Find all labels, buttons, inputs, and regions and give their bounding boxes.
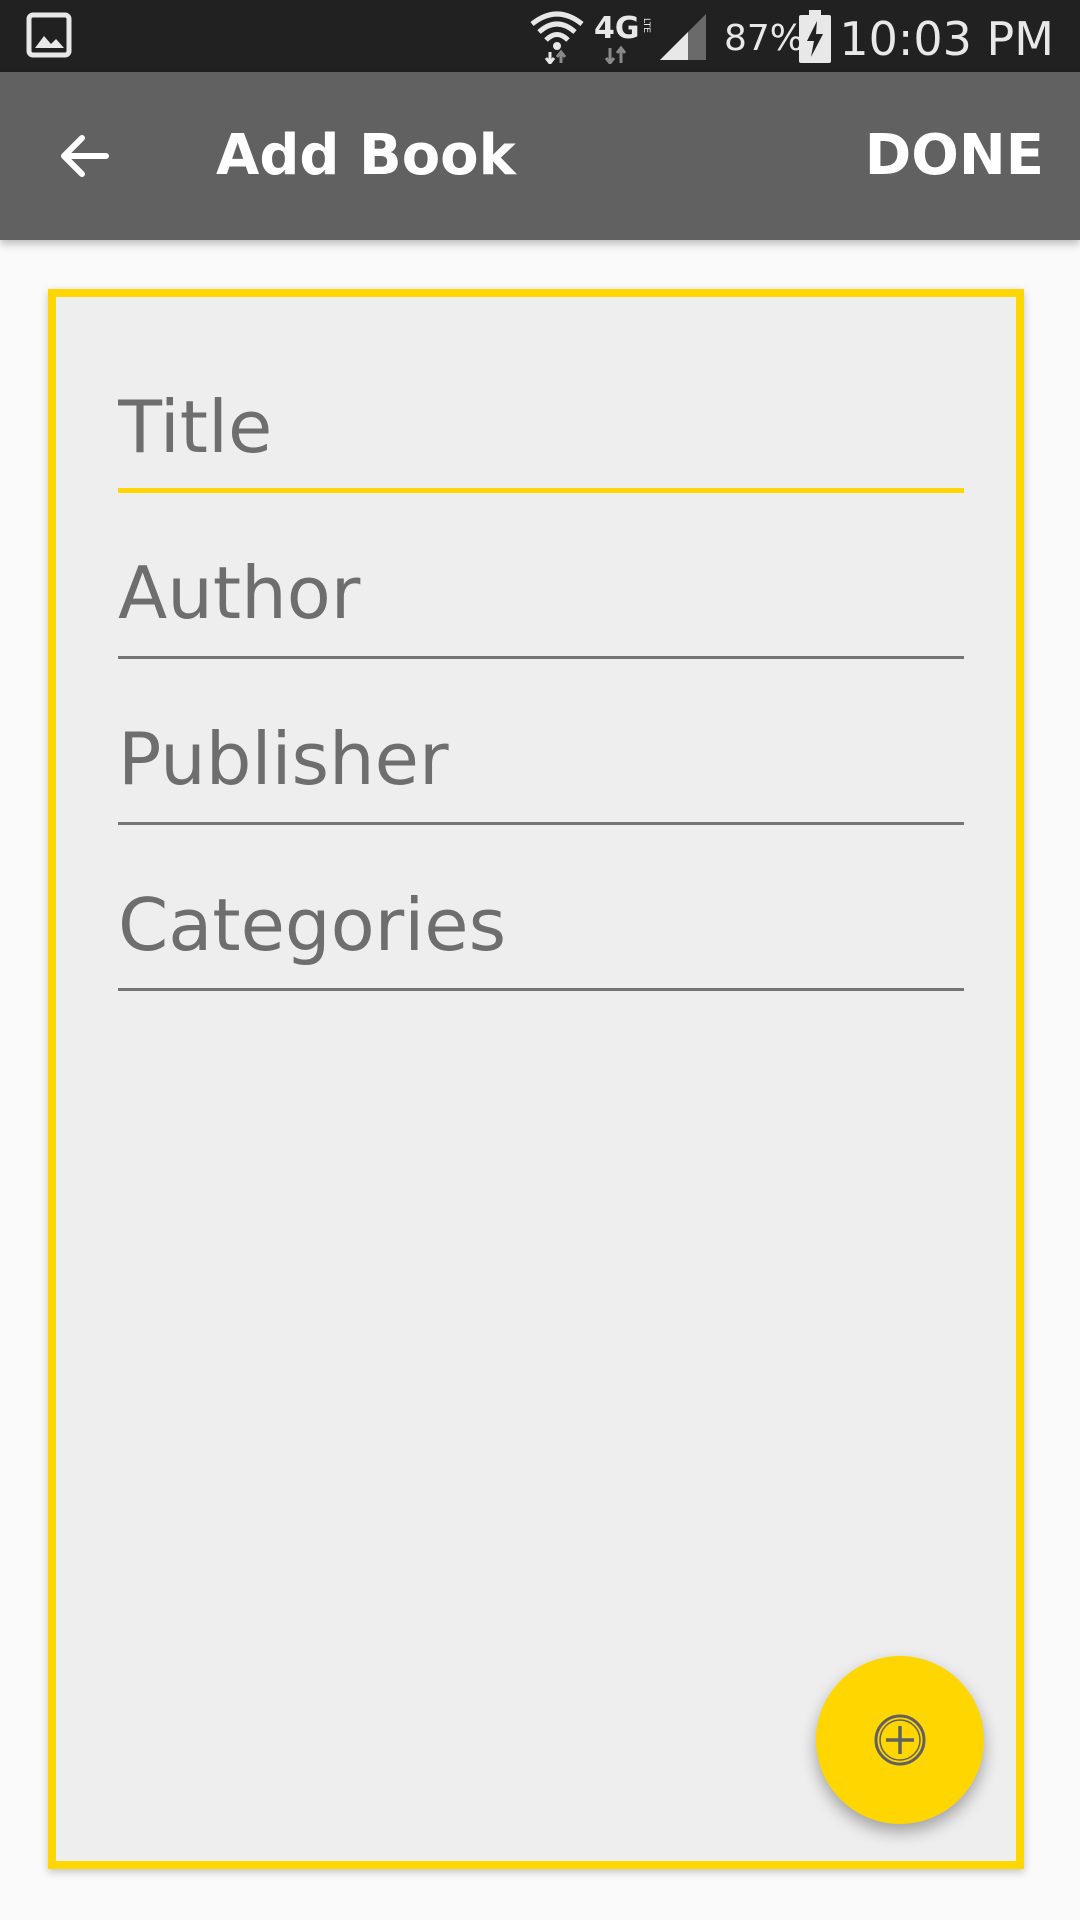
battery-percent: 87% xyxy=(724,18,805,59)
wifi-icon xyxy=(530,11,584,64)
publisher-field[interactable] xyxy=(118,705,964,825)
done-button[interactable]: DONE xyxy=(865,72,1044,240)
gallery-icon xyxy=(26,12,72,58)
add-circle-icon xyxy=(874,1714,926,1766)
arrow-back-icon xyxy=(61,135,109,177)
categories-input[interactable] xyxy=(118,871,964,991)
author-field[interactable] xyxy=(118,539,964,659)
author-input[interactable] xyxy=(118,539,964,659)
publisher-underline xyxy=(118,822,964,825)
title-field[interactable] xyxy=(118,373,964,493)
battery-charging-icon xyxy=(799,10,831,63)
network-label: 4G xyxy=(594,11,640,46)
network-4g-lte-icon: 4G LTE xyxy=(594,8,654,66)
network-sublabel: LTE xyxy=(641,18,651,33)
categories-field[interactable] xyxy=(118,871,964,991)
clock: 10:03 PM xyxy=(839,12,1054,66)
signal-icon xyxy=(660,14,706,60)
back-button[interactable] xyxy=(40,112,128,200)
app-toolbar: Add Book DONE xyxy=(0,72,1080,240)
page-title: Add Book xyxy=(216,123,516,188)
add-fab-button[interactable] xyxy=(816,1656,984,1824)
add-book-form xyxy=(48,289,1024,1869)
title-underline xyxy=(118,488,964,493)
title-input[interactable] xyxy=(118,373,964,493)
author-underline xyxy=(118,656,964,659)
status-bar: 4G LTE 87% 10:03 PM xyxy=(0,0,1080,72)
publisher-input[interactable] xyxy=(118,705,964,825)
categories-underline xyxy=(118,988,964,991)
